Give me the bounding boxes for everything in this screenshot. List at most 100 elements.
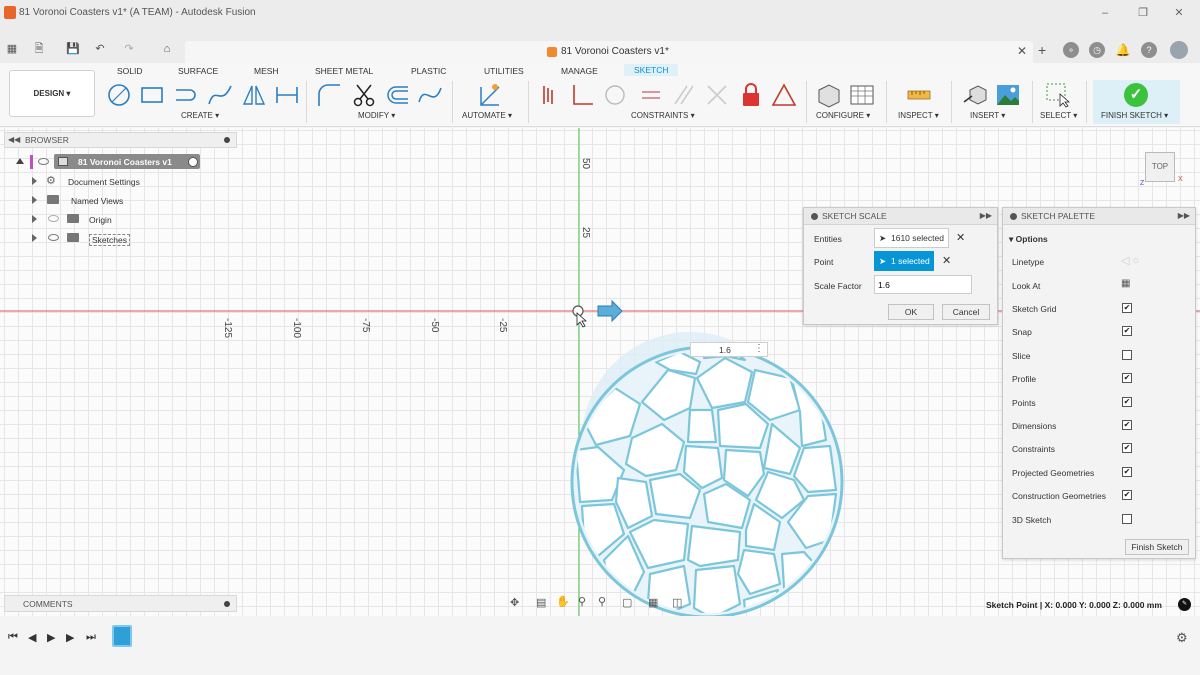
configure-table-icon[interactable] xyxy=(849,82,875,108)
palette-option-checkbox[interactable]: ✔ xyxy=(1122,396,1132,407)
extensions-icon[interactable]: ⚬ xyxy=(1063,42,1079,58)
palette-option-checkbox[interactable] xyxy=(1122,349,1132,360)
timeline-settings-gear-icon[interactable]: ⚙ xyxy=(1176,630,1188,646)
grid-settings-icon[interactable]: ▦ xyxy=(648,596,658,609)
browser-pin-icon[interactable] xyxy=(224,137,230,143)
pan-hand-icon[interactable]: ✋ xyxy=(556,595,570,608)
close-tab-icon[interactable]: ✕ xyxy=(1017,44,1027,58)
insert-canvas-image-icon[interactable] xyxy=(995,82,1021,108)
finish-sketch-palette-button[interactable]: Finish Sketch xyxy=(1125,539,1189,555)
maximize-icon[interactable]: ❐ xyxy=(1134,4,1152,22)
file-icon[interactable]: 🗎 xyxy=(32,42,46,56)
move-arrow-handle[interactable] xyxy=(597,299,623,323)
scale-factor-input[interactable] xyxy=(874,275,972,294)
select-menu[interactable]: SELECT ▾ xyxy=(1040,111,1077,120)
slot-tool-icon[interactable] xyxy=(172,82,198,108)
timeline-sketch-feature[interactable] xyxy=(112,625,132,647)
automate-tool-icon[interactable] xyxy=(477,82,503,108)
palette-option-checkbox[interactable] xyxy=(1122,513,1132,524)
undo-icon[interactable]: ↶ xyxy=(93,42,107,56)
dimension-tool-icon[interactable] xyxy=(274,82,300,108)
configure-menu[interactable]: CONFIGURE ▾ xyxy=(816,111,870,120)
workspace-switcher[interactable]: DESIGN ▾ xyxy=(9,70,95,117)
timeline-back-icon[interactable]: ◀ xyxy=(28,631,36,644)
rectangle-tool-icon[interactable] xyxy=(139,82,165,108)
offset-tool-icon[interactable] xyxy=(384,82,410,108)
modify-spline-icon[interactable] xyxy=(417,82,443,108)
palette-option-checkbox[interactable]: ✔ xyxy=(1122,466,1132,477)
timeline-end-icon[interactable]: ⏭ xyxy=(86,631,96,644)
browser-item-sketches[interactable]: Sketches xyxy=(32,230,222,246)
scale-factor-floating-field[interactable]: 1.6 ⋮ xyxy=(690,342,768,357)
ok-button[interactable]: OK xyxy=(888,304,934,320)
help-icon[interactable]: ? xyxy=(1141,42,1157,58)
constraints-menu[interactable]: CONSTRAINTS ▾ xyxy=(631,111,695,120)
palette-option-checkbox[interactable]: ✔ xyxy=(1122,326,1132,337)
entities-selection[interactable]: ➤ 1610 selected xyxy=(874,228,949,248)
finish-sketch-button[interactable]: ✓ FINISH SKETCH ▾ xyxy=(1093,80,1180,124)
display-settings-icon[interactable]: ▢ xyxy=(622,596,632,609)
tab-solid[interactable]: SOLID xyxy=(117,66,143,76)
collapse-browser-icon[interactable]: ◀◀ xyxy=(8,135,20,144)
timeline-start-icon[interactable]: ⏮ xyxy=(8,631,18,644)
palette-option-checkbox[interactable]: ✔ xyxy=(1122,490,1132,501)
expand-icon[interactable] xyxy=(32,196,37,204)
visibility-eye-icon[interactable] xyxy=(48,234,59,241)
point-selection[interactable]: ➤ 1 selected xyxy=(874,251,934,271)
visibility-eye-icon[interactable] xyxy=(38,158,49,165)
data-panel-grid-icon[interactable]: ▦ xyxy=(5,42,19,56)
new-tab-icon[interactable]: + xyxy=(1038,42,1046,58)
cancel-button[interactable]: Cancel xyxy=(942,304,990,320)
avatar[interactable] xyxy=(1170,41,1188,59)
parallel-constraint-icon[interactable] xyxy=(671,82,697,108)
tab-manage[interactable]: MANAGE xyxy=(561,66,598,76)
coincident-constraint-icon[interactable] xyxy=(538,82,564,108)
document-tab[interactable]: 81 Voronoi Coasters v1* ✕ xyxy=(185,41,1033,63)
tab-surface[interactable]: SURFACE xyxy=(178,66,218,76)
symmetry-constraint-icon[interactable] xyxy=(704,82,730,108)
trim-tool-icon[interactable] xyxy=(351,82,377,108)
fix-constraint-lock-icon[interactable] xyxy=(738,82,764,108)
expand-root-icon[interactable] xyxy=(16,158,24,164)
hidden-eye-icon[interactable] xyxy=(48,215,59,222)
sketch-scale-header[interactable]: SKETCH SCALE ▶▶ xyxy=(804,208,997,225)
browser-item-named-views[interactable]: Named Views xyxy=(32,192,222,208)
measure-icon[interactable] xyxy=(906,82,932,108)
tangent-constraint-icon[interactable] xyxy=(602,82,628,108)
tab-sketch[interactable]: SKETCH xyxy=(624,64,679,76)
browser-item-document-settings[interactable]: ⚙ Document Settings xyxy=(32,173,222,189)
minimize-icon[interactable]: – xyxy=(1096,4,1114,22)
orbit-icon[interactable]: ✥ xyxy=(510,596,519,609)
modify-menu[interactable]: MODIFY ▾ xyxy=(358,111,395,120)
view-cube[interactable]: TOP xyxy=(1145,152,1175,182)
select-window-icon[interactable] xyxy=(1045,82,1071,108)
browser-root-row[interactable]: 81 Voronoi Coasters v1 xyxy=(16,154,206,170)
linetype-icons[interactable]: ◁ ○ xyxy=(1121,254,1139,267)
sketch-palette-header[interactable]: SKETCH PALETTE ▶▶ xyxy=(1003,208,1195,225)
timeline-forward-icon[interactable]: ▶ xyxy=(66,631,74,644)
tab-plastic[interactable]: PLASTIC xyxy=(411,66,446,76)
perpendicular-constraint-icon[interactable] xyxy=(569,82,595,108)
spline-tool-icon[interactable] xyxy=(207,82,233,108)
expand-icon[interactable] xyxy=(32,234,37,242)
comments-panel[interactable]: COMMENTS xyxy=(4,595,237,612)
automate-menu[interactable]: AUTOMATE ▾ xyxy=(462,111,512,120)
close-window-icon[interactable]: ✕ xyxy=(1170,4,1188,22)
create-menu[interactable]: CREATE ▾ xyxy=(181,111,219,120)
fillet-tool-icon[interactable] xyxy=(316,82,342,108)
palette-option-checkbox[interactable]: ✔ xyxy=(1122,303,1132,313)
home-icon[interactable]: ⌂ xyxy=(160,42,174,56)
inspect-menu[interactable]: INSPECT ▾ xyxy=(898,111,939,120)
options-section[interactable]: ▾ Options xyxy=(1009,234,1048,245)
palette-option-checkbox[interactable]: ✔ xyxy=(1122,373,1132,384)
triangle-constraint-icon[interactable] xyxy=(771,82,797,108)
tab-utilities[interactable]: UTILITIES xyxy=(484,66,524,76)
expand-dialog-icon[interactable]: ▶▶ xyxy=(980,211,992,220)
palette-option-checkbox[interactable]: ✔ xyxy=(1122,443,1132,454)
notifications-icon[interactable]: 🔔 xyxy=(1115,42,1131,58)
look-at-icon[interactable]: ▦ xyxy=(1121,278,1130,289)
browser-panel-header[interactable]: ◀◀ BROWSER xyxy=(4,132,237,148)
browser-item-origin[interactable]: Origin xyxy=(32,211,222,227)
insert-menu[interactable]: INSERT ▾ xyxy=(970,111,1005,120)
expand-icon[interactable] xyxy=(32,215,37,223)
